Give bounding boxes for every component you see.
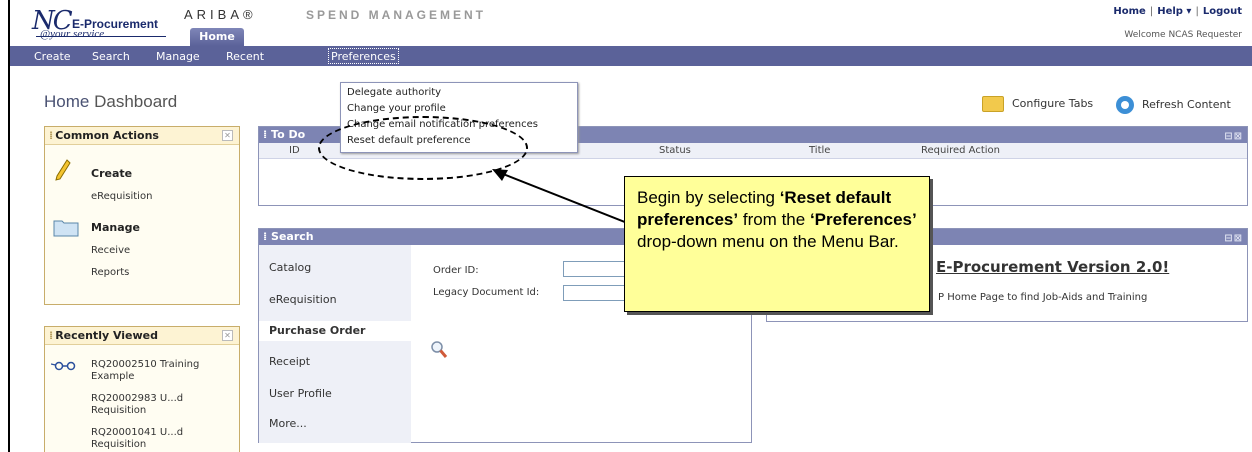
create-heading: Create: [91, 167, 133, 180]
menu-recent[interactable]: Recent: [226, 50, 264, 63]
news-title-exclaim: !: [1162, 258, 1170, 276]
drag-grip-icon[interactable]: ⁞: [263, 128, 267, 141]
spend-management-label: SPEND MANAGEMENT: [306, 8, 487, 22]
recently-viewed-portlet: ⁞ Recently Viewed ✕ RQ20002510 Training E…: [44, 326, 240, 452]
menu-preferences[interactable]: Preferences: [328, 48, 399, 64]
top-links: Home | Help ▾ | Logout: [1113, 6, 1242, 17]
portlet-title: To Do: [271, 128, 306, 141]
column-id[interactable]: ID: [289, 145, 300, 156]
menu-item-reset-default[interactable]: Reset default preference: [347, 135, 471, 146]
logo-underline: [36, 36, 166, 37]
menu-item-change-profile[interactable]: Change your profile: [347, 103, 446, 114]
common-actions-portlet: ⁞ Common Actions ✕ Create eRequisition Ma…: [44, 126, 240, 305]
portlet-header: ⁞ Common Actions ✕: [45, 127, 239, 145]
folder-icon: [53, 220, 79, 237]
portlet-title: Common Actions: [55, 129, 159, 142]
menu-bar: Create Search Manage Recent Preferences: [10, 46, 1252, 66]
menu-search[interactable]: Search: [92, 50, 130, 63]
menu-item-email-notification[interactable]: Change email notification preferences: [347, 119, 538, 130]
column-required-action[interactable]: Required Action: [921, 145, 1000, 156]
legacy-document-id-label: Legacy Document Id:: [433, 287, 540, 298]
portlet-header: ⁞ Recently Viewed ✕: [45, 327, 239, 345]
welcome-text: Welcome NCAS Requester: [1124, 30, 1242, 40]
refresh-icon: [1116, 96, 1134, 114]
drag-grip-icon[interactable]: ⁞: [49, 129, 53, 142]
callout-text-3: from the: [738, 210, 810, 229]
callout-text-1: Begin by selecting: [637, 188, 780, 207]
search-nav-more[interactable]: More...: [269, 417, 307, 430]
column-status[interactable]: Status: [659, 145, 691, 156]
top-header: NC E-Procurement @your service ARIBA® SP…: [10, 0, 1252, 46]
logo-tagline: @your service: [40, 28, 105, 40]
recent-item-1-line2[interactable]: Example: [91, 371, 134, 382]
recent-item-2-line1[interactable]: RQ20002983 U...d: [91, 393, 183, 404]
logout-link[interactable]: Logout: [1203, 6, 1242, 17]
glasses-icon: [51, 361, 76, 371]
window-controls-icon[interactable]: ⊟⊠: [1224, 231, 1243, 247]
callout-text-5: drop-down menu on the Menu Bar.: [637, 232, 899, 251]
preferences-dropdown: Delegate authority Change your profile C…: [340, 82, 578, 153]
search-nav-catalog[interactable]: Catalog: [269, 261, 311, 274]
news-title-link[interactable]: E-Procurement Version 2.0: [936, 258, 1162, 276]
close-icon[interactable]: ✕: [222, 330, 233, 341]
recent-item-2-line2[interactable]: Requisition: [91, 405, 146, 416]
page-title-home: Home: [44, 92, 90, 111]
search-magnifier-icon[interactable]: [430, 340, 448, 360]
separator: |: [1195, 6, 1199, 17]
column-title[interactable]: Title: [809, 145, 830, 156]
pencil-icon: [55, 159, 71, 181]
news-subtitle: P Home Page to find Job-Aids and Trainin…: [938, 292, 1148, 303]
menu-item-delegate-authority[interactable]: Delegate authority: [347, 87, 441, 98]
portlet-title: Recently Viewed: [55, 329, 159, 342]
search-nav-purchase-order[interactable]: Purchase Order: [259, 321, 411, 341]
receive-link[interactable]: Receive: [91, 245, 130, 256]
drag-grip-icon[interactable]: ⁞: [263, 230, 267, 243]
instruction-callout: Begin by selecting ‘Reset default prefer…: [624, 176, 930, 312]
search-nav-erequisition[interactable]: eRequisition: [269, 293, 337, 306]
recent-item-1-line1[interactable]: RQ20002510 Training: [91, 359, 199, 370]
menu-create[interactable]: Create: [34, 50, 71, 63]
app-window: NC E-Procurement @your service ARIBA® SP…: [8, 0, 1252, 452]
page-title-dashboard: Dashboard: [94, 92, 178, 111]
nc-eprocurement-logo[interactable]: NC E-Procurement @your service: [32, 6, 182, 40]
configure-tabs-button[interactable]: Configure Tabs: [982, 96, 1093, 112]
separator: |: [1149, 6, 1154, 17]
search-nav-user-profile[interactable]: User Profile: [269, 387, 332, 400]
news-title[interactable]: E-Procurement Version 2.0!: [936, 258, 1169, 276]
order-id-label: Order ID:: [433, 265, 479, 276]
close-icon[interactable]: ✕: [222, 130, 233, 141]
configure-tabs-label: Configure Tabs: [1012, 97, 1094, 110]
home-link[interactable]: Home: [1113, 6, 1145, 17]
portlet-title: Search: [271, 230, 314, 243]
page-title: Home Dashboard: [44, 92, 177, 112]
search-nav-receipt[interactable]: Receipt: [269, 355, 310, 368]
reports-link[interactable]: Reports: [91, 267, 129, 278]
folder-icon: [982, 96, 1004, 112]
search-type-nav: Catalog eRequisition Purchase Order Rece…: [259, 245, 411, 443]
drag-grip-icon[interactable]: ⁞: [49, 329, 53, 342]
help-link[interactable]: Help ▾: [1157, 6, 1191, 17]
callout-text-4: ‘Preferences’: [809, 210, 917, 229]
recent-item-3-line1[interactable]: RQ20001041 U...d: [91, 427, 183, 438]
refresh-content-button[interactable]: Refresh Content: [1116, 96, 1231, 114]
refresh-content-label: Refresh Content: [1142, 98, 1231, 111]
ariba-logo: ARIBA®: [184, 7, 257, 22]
recent-item-3-line2[interactable]: Requisition: [91, 439, 146, 450]
erequisition-link[interactable]: eRequisition: [91, 191, 152, 202]
manage-heading: Manage: [91, 221, 140, 234]
menu-manage[interactable]: Manage: [156, 50, 200, 63]
home-tab[interactable]: Home: [190, 28, 244, 46]
